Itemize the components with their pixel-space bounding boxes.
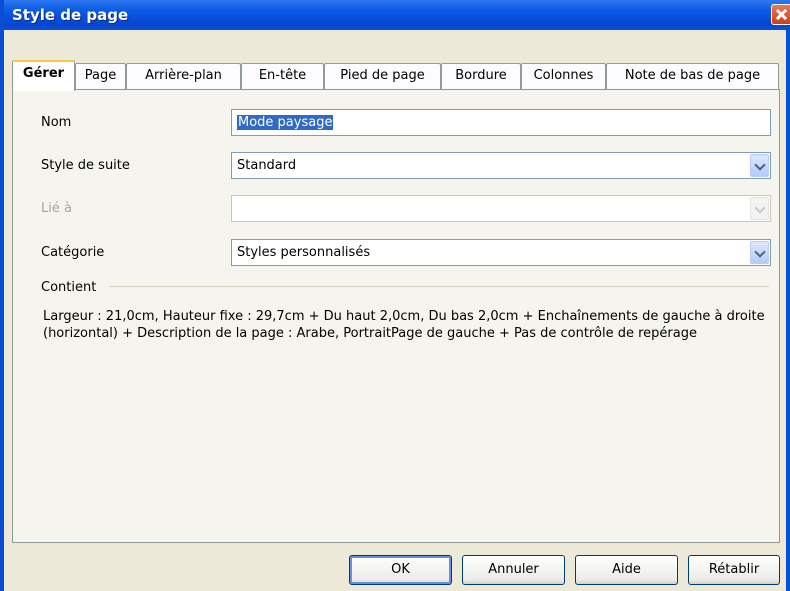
- title-bar[interactable]: Style de page: [4, 0, 790, 30]
- tab-background[interactable]: Arrière-plan: [126, 63, 241, 89]
- linked-to-select: [231, 195, 771, 222]
- close-icon[interactable]: [771, 4, 790, 25]
- name-input-value: Mode paysage: [237, 115, 334, 130]
- contains-description: Largeur : 21,0cm, Hauteur fixe : 29,7cm …: [43, 309, 765, 341]
- tab-borders[interactable]: Bordure: [441, 63, 521, 89]
- category-label: Catégorie: [41, 245, 105, 260]
- next-style-select[interactable]: Standard: [231, 152, 771, 179]
- next-style-value: Standard: [237, 158, 297, 173]
- category-select[interactable]: Styles personnalisés: [231, 239, 771, 266]
- ok-button[interactable]: OK: [349, 555, 452, 585]
- tab-footer[interactable]: Pied de page: [324, 63, 441, 89]
- name-input[interactable]: Mode paysage: [231, 109, 771, 136]
- tab-columns[interactable]: Colonnes: [521, 63, 606, 89]
- category-dropdown-button[interactable]: [750, 241, 769, 264]
- linked-to-label: Lié à: [41, 201, 72, 216]
- tab-header[interactable]: En-tête: [241, 63, 324, 89]
- name-label: Nom: [41, 115, 72, 130]
- next-style-dropdown-button[interactable]: [750, 154, 769, 177]
- cancel-button[interactable]: Annuler: [462, 555, 565, 585]
- window-title: Style de page: [12, 6, 129, 24]
- next-style-label: Style de suite: [41, 158, 130, 173]
- contains-group-label: Contient: [41, 280, 97, 295]
- tab-footnote[interactable]: Note de bas de page: [606, 63, 779, 89]
- category-value: Styles personnalisés: [237, 245, 371, 260]
- chevron-down-icon: [754, 159, 766, 171]
- help-button[interactable]: Aide: [575, 555, 678, 585]
- linked-to-dropdown-button: [750, 197, 769, 220]
- tab-page[interactable]: Page: [75, 63, 126, 89]
- tab-manage[interactable]: Gérer: [12, 60, 75, 91]
- chevron-down-icon: [754, 246, 766, 258]
- manage-panel: Nom Mode paysage Style de suite Standard…: [12, 89, 780, 543]
- group-divider: [109, 286, 769, 287]
- reset-button[interactable]: Rétablir: [688, 555, 780, 585]
- chevron-down-icon: [754, 202, 766, 214]
